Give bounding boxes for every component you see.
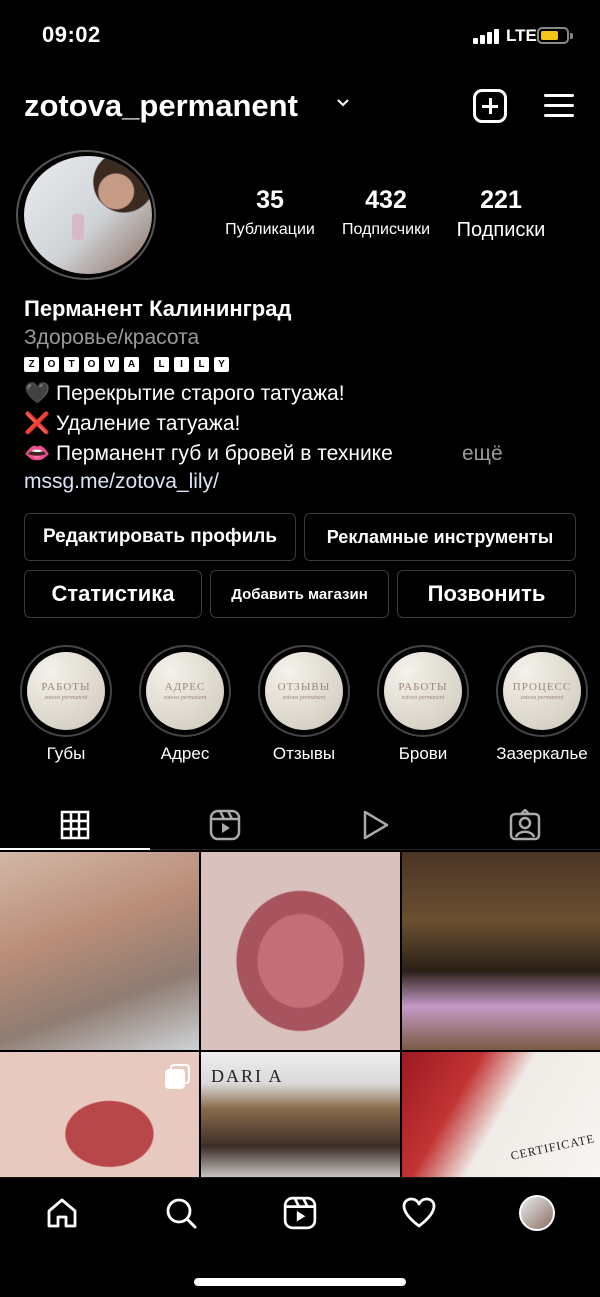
igtv-play-icon — [363, 810, 389, 840]
bio-line-text: Перманент губ и бровей в технике — [56, 442, 393, 465]
add-shop-button[interactable]: Добавить магазин — [210, 570, 389, 618]
highlight-item[interactable]: ОТЗЫВЫ zotova permanent Отзывы — [257, 645, 351, 763]
ad-tools-button[interactable]: Рекламные инструменты — [304, 513, 576, 561]
post-sign-text: CERTIFICATE — [509, 1131, 597, 1163]
highlight-cover-sub: zotova permanent — [44, 695, 88, 701]
stat-followers[interactable]: 432 Подписчики — [316, 186, 456, 239]
tab-posts-grid[interactable] — [0, 800, 150, 850]
grid-icon — [60, 810, 90, 840]
highlight-cover: ПРОЦЕСС zotova permanent — [496, 645, 588, 737]
battery-icon — [537, 27, 573, 44]
home-indicator[interactable] — [194, 1278, 406, 1286]
highlight-label: Губы — [46, 744, 86, 763]
tab-reels[interactable] — [150, 800, 300, 850]
brand-letter: L — [194, 357, 209, 372]
highlight-item[interactable]: АДРЕС zotova permanent Адрес — [138, 645, 232, 763]
edit-profile-button[interactable]: Редактировать профиль — [24, 513, 296, 561]
brand-letter: Z — [24, 357, 39, 372]
highlight-cover-title: ОТЗЫВЫ — [277, 681, 331, 693]
highlight-cover: АДРЕС zotova permanent — [139, 645, 231, 737]
highlight-label: Отзывы — [272, 744, 336, 763]
bio-line: ❌ Удаление татуажа! — [24, 412, 240, 436]
post-sign-text: DARI A — [211, 1066, 284, 1086]
signal-icon — [473, 28, 499, 44]
nav-profile[interactable] — [517, 1193, 557, 1233]
bio-line-text: Перекрытие старого татуажа! — [56, 382, 345, 405]
call-button[interactable]: Позвонить — [397, 570, 576, 618]
create-post-button[interactable] — [473, 89, 507, 123]
highlight-item[interactable]: РАБОТЫ zotova permanent Губы — [19, 645, 113, 763]
brand-letter: Y — [214, 357, 229, 372]
highlight-item[interactable]: ПРОЦЕСС zotova permanent Зазеркалье — [495, 645, 589, 763]
black-heart-icon: 🖤 — [24, 382, 51, 405]
reels-icon — [283, 1196, 317, 1230]
nav-search[interactable] — [161, 1193, 201, 1233]
tab-video[interactable] — [300, 800, 450, 850]
brand-letters: Z O T O V A L I L Y — [24, 357, 229, 372]
post-thumbnail[interactable]: CERTIFICATE — [402, 1052, 600, 1178]
stat-following-label: Подписки — [456, 219, 546, 241]
highlight-cover-sub: zotova permanent — [520, 695, 564, 701]
tagged-icon — [509, 809, 541, 841]
brand-letter: O — [44, 357, 59, 372]
highlight-cover: РАБОТЫ zotova permanent — [377, 645, 469, 737]
stat-following[interactable]: 221 Подписки — [436, 186, 566, 242]
bio-line: 🖤 Перекрытие старого татуажа! — [24, 382, 345, 406]
chevron-down-icon[interactable] — [336, 96, 350, 110]
bio-category: Здоровье/красота — [24, 326, 200, 349]
brand-letter: L — [154, 357, 169, 372]
post-thumbnail[interactable] — [201, 852, 400, 1050]
home-icon — [47, 1198, 77, 1228]
tab-tagged[interactable] — [450, 800, 600, 850]
post-thumbnail[interactable]: DARI A — [201, 1052, 400, 1178]
bio-website-link[interactable]: mssg.me/zotova_lily/ — [24, 470, 219, 494]
brand-letter: I — [174, 357, 189, 372]
multiple-photos-icon — [165, 1064, 190, 1089]
brand-letter: A — [124, 357, 139, 372]
lips-icon: 👄 — [24, 442, 51, 465]
brand-letter: O — [84, 357, 99, 372]
bio-line-text: Удаление татуажа! — [56, 412, 241, 435]
statistics-button[interactable]: Статистика — [24, 570, 202, 618]
highlight-label: Зазеркалье — [496, 744, 588, 763]
bio-more-link[interactable]: ещё — [462, 442, 503, 466]
profile-avatar[interactable] — [24, 156, 152, 274]
cross-mark-icon: ❌ — [24, 412, 51, 435]
heart-icon — [402, 1197, 436, 1228]
highlight-cover-title: ПРОЦЕСС — [512, 681, 572, 693]
highlight-cover-sub: zotova permanent — [401, 695, 445, 701]
profile-avatar-icon — [519, 1195, 555, 1231]
stat-following-count: 221 — [480, 186, 522, 214]
network-label: LTE — [506, 26, 537, 45]
status-bar: 09:02 LTE — [0, 0, 600, 70]
stat-followers-count: 432 — [365, 186, 407, 214]
highlight-cover-sub: zotova permanent — [282, 695, 326, 701]
brand-letter: T — [64, 357, 79, 372]
brand-letter: V — [104, 357, 119, 372]
nav-activity[interactable] — [399, 1193, 439, 1233]
tab-active-indicator — [0, 848, 150, 850]
reels-icon — [209, 809, 241, 841]
search-icon — [166, 1198, 197, 1229]
post-thumbnail[interactable] — [0, 1052, 199, 1178]
highlight-item[interactable]: РАБОТЫ zotova permanent Брови — [376, 645, 470, 763]
highlight-cover: ОТЗЫВЫ zotova permanent — [258, 645, 350, 737]
highlight-cover-sub: zotova permanent — [163, 695, 207, 701]
highlight-cover: РАБОТЫ zotova permanent — [20, 645, 112, 737]
stat-followers-label: Подписчики — [341, 221, 430, 238]
highlight-cover-title: РАБОТЫ — [398, 681, 448, 693]
status-time: 09:02 — [42, 22, 101, 47]
highlight-cover-title: АДРЕС — [164, 681, 206, 693]
brand-gap — [144, 357, 149, 372]
bio-line: 👄 Перманент губ и бровей в технике — [24, 442, 393, 466]
menu-icon[interactable] — [544, 92, 574, 120]
nav-reels[interactable] — [280, 1193, 320, 1233]
highlight-label: Адрес — [160, 744, 210, 763]
profile-username[interactable]: zotova_permanent — [24, 88, 298, 124]
post-thumbnail[interactable] — [402, 852, 600, 1050]
post-thumbnail[interactable] — [0, 852, 199, 1050]
bio-name: Перманент Калининград — [24, 296, 292, 321]
highlight-cover-title: РАБОТЫ — [41, 681, 91, 693]
nav-home[interactable] — [42, 1193, 82, 1233]
